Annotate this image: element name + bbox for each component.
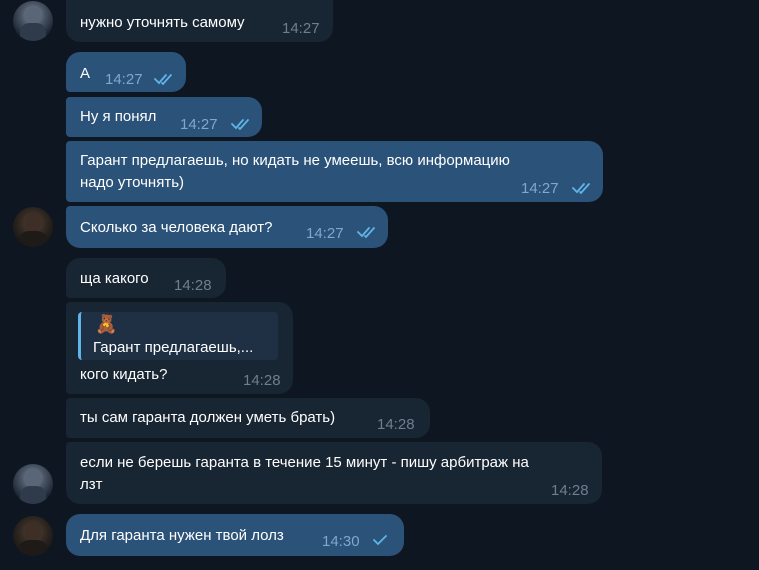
message-time: 14:30 — [322, 533, 360, 550]
user-avatar[interactable] — [13, 516, 53, 556]
reply-quote[interactable]: 🧸 Гарант предлагаешь,... — [78, 312, 278, 360]
reply-text: Гарант предлагаешь,... — [93, 339, 254, 356]
message-text-line: если не берешь гаранта в течение 15 мину… — [80, 454, 529, 471]
single-check-icon — [373, 535, 387, 546]
message-text-line: надо уточнять) — [80, 174, 185, 191]
chat-area: нужно уточнять самому 14:27 А 14:27 Ну я… — [0, 0, 759, 570]
message-bubble-incoming[interactable]: ты сам гаранта должен уметь брать) 14:28 — [66, 398, 430, 438]
message-time: 14:27 — [306, 225, 344, 242]
message-time: 14:27 — [521, 180, 559, 197]
message-time: 14:27 — [282, 20, 320, 37]
user-avatar[interactable] — [13, 207, 53, 247]
message-bubble-outgoing[interactable]: А 14:27 — [66, 52, 186, 92]
message-text: Для гаранта нужен твой лолз — [80, 527, 284, 544]
double-check-icon — [357, 227, 375, 239]
message-text: нужно уточнять самому — [80, 14, 245, 31]
message-text: кого кидать? — [80, 366, 168, 383]
teddy-bear-icon: 🧸 — [95, 314, 118, 334]
message-text: ты сам гаранта должен уметь брать) — [80, 409, 336, 426]
message-bubble-outgoing[interactable]: Ну я понял 14:27 — [66, 97, 262, 137]
message-text-line: Гарант предлагаешь, но кидать не умеешь,… — [80, 152, 510, 169]
message-time: 14:28 — [377, 416, 415, 433]
message-bubble-incoming[interactable]: 🧸 Гарант предлагаешь,... кого кидать? 14… — [66, 302, 293, 394]
message-text: А — [80, 65, 91, 82]
message-time: 14:27 — [105, 71, 143, 88]
double-check-icon — [231, 119, 249, 131]
message-text-line: лзт — [80, 476, 103, 493]
contact-avatar[interactable] — [13, 1, 53, 41]
message-time: 14:28 — [174, 277, 212, 294]
message-bubble-incoming[interactable]: если не берешь гаранта в течение 15 мину… — [66, 442, 602, 504]
double-check-icon — [572, 183, 590, 195]
message-time: 14:27 — [180, 116, 218, 133]
message-bubble-incoming[interactable]: ща какого 14:28 — [66, 258, 226, 298]
message-text: Сколько за человека дают? — [80, 219, 273, 236]
contact-avatar[interactable] — [13, 464, 53, 504]
message-time: 14:28 — [551, 482, 589, 499]
message-bubble-outgoing[interactable]: Для гаранта нужен твой лолз 14:30 — [66, 514, 404, 556]
message-bubble-outgoing[interactable]: Гарант предлагаешь, но кидать не умеешь,… — [66, 141, 603, 202]
message-text: ща какого — [80, 270, 149, 287]
double-check-icon — [154, 74, 172, 86]
message-time: 14:28 — [243, 372, 281, 389]
message-text: Ну я понял — [80, 108, 157, 125]
message-bubble-outgoing[interactable]: Сколько за человека дают? 14:27 — [66, 206, 388, 248]
message-bubble-incoming[interactable]: нужно уточнять самому 14:27 — [66, 0, 333, 42]
